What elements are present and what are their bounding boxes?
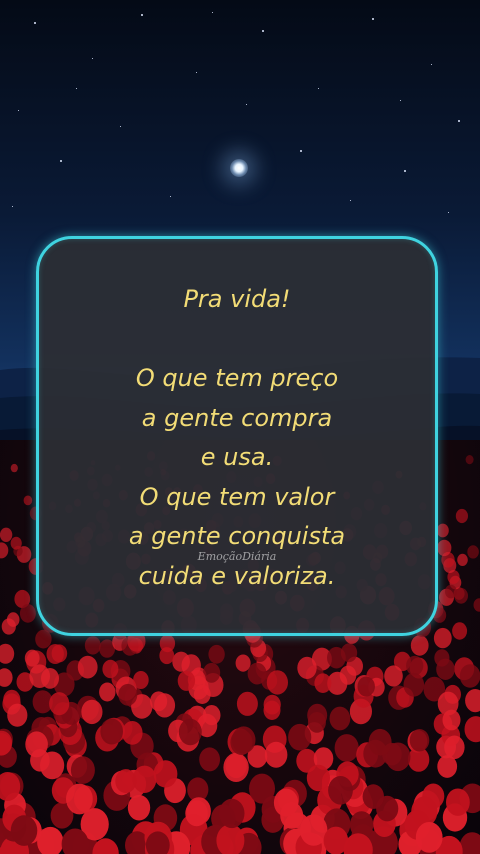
red-flower <box>0 542 9 559</box>
red-flower <box>307 712 326 733</box>
red-flower <box>264 741 288 768</box>
red-flower <box>70 756 95 784</box>
red-flower <box>328 776 353 805</box>
red-flower <box>444 735 465 760</box>
red-flower <box>403 672 425 697</box>
red-flower <box>446 788 470 816</box>
red-flower <box>362 784 384 809</box>
red-flower <box>457 553 468 567</box>
red-flower <box>452 622 468 640</box>
red-flower <box>10 463 18 473</box>
red-flower <box>433 627 452 649</box>
red-flower <box>81 699 103 725</box>
red-flower <box>357 676 375 697</box>
red-flower <box>236 691 258 716</box>
background-scene: Pra vida! O que tem preço a gente compra… <box>0 0 480 854</box>
red-flower <box>177 670 196 691</box>
red-flower <box>437 539 452 557</box>
red-flower <box>300 814 328 846</box>
red-flower <box>442 709 461 731</box>
red-flower <box>288 723 312 751</box>
red-flower <box>368 728 392 756</box>
red-flower <box>127 794 151 821</box>
quote-card: Pra vida! O que tem preço a gente compra… <box>36 236 438 636</box>
red-flower <box>436 658 455 680</box>
red-flower <box>465 455 474 465</box>
red-flower <box>118 683 138 706</box>
quote-title: Pra vida! <box>183 285 291 313</box>
red-flower <box>208 644 225 664</box>
red-flower <box>219 798 245 829</box>
red-flower <box>455 508 468 524</box>
red-flower <box>29 664 50 688</box>
red-flower <box>273 788 299 817</box>
red-flower <box>467 545 479 559</box>
quote-line: O que tem valor <box>139 482 335 511</box>
red-flower <box>459 664 480 688</box>
red-flower <box>323 826 349 854</box>
red-flower <box>185 800 208 827</box>
red-flower <box>7 703 28 727</box>
quote-line: O que tem preço <box>135 364 339 392</box>
red-flower <box>99 682 116 702</box>
red-flower <box>266 670 288 695</box>
red-flower <box>102 659 119 679</box>
red-flower <box>66 783 93 815</box>
red-flower <box>415 822 443 853</box>
red-flower <box>153 760 178 788</box>
red-flower <box>77 655 98 679</box>
red-flower <box>10 815 38 846</box>
red-flower <box>314 673 332 693</box>
red-flower <box>230 729 253 755</box>
red-flower <box>24 649 40 667</box>
red-flower <box>249 773 275 804</box>
red-flower <box>340 643 358 663</box>
red-flower <box>0 643 15 664</box>
red-flower <box>235 654 251 672</box>
red-flower <box>384 665 403 687</box>
red-flower <box>436 523 449 538</box>
red-flower <box>410 635 429 656</box>
red-flower <box>23 495 33 506</box>
quote-line: e usa. <box>200 443 274 471</box>
red-flower <box>49 692 70 716</box>
red-flower <box>406 655 424 676</box>
quote-line: a gente compra <box>141 403 333 432</box>
red-flower <box>133 671 149 689</box>
red-flower <box>464 716 480 743</box>
red-flower <box>0 668 13 687</box>
red-flower <box>25 731 48 758</box>
red-flower <box>339 665 357 685</box>
red-flower <box>122 721 143 745</box>
red-flower <box>178 718 202 746</box>
red-flower <box>51 644 68 663</box>
red-flower <box>19 604 36 623</box>
red-flower <box>329 706 351 731</box>
red-flower <box>100 718 123 745</box>
red-flower <box>159 634 176 653</box>
red-flower <box>422 783 445 809</box>
watermark: EmoçãoDiária <box>197 550 277 563</box>
red-flower <box>154 693 176 718</box>
red-flower <box>0 527 13 542</box>
red-flower <box>263 700 281 720</box>
red-flower <box>1 618 16 635</box>
red-flower <box>115 769 137 794</box>
red-flower <box>297 656 317 680</box>
red-flower <box>334 734 359 762</box>
red-flower <box>473 598 480 612</box>
red-flower <box>84 636 101 655</box>
red-flower <box>465 689 480 713</box>
red-flower <box>10 536 22 550</box>
red-flower <box>445 584 457 599</box>
red-flower <box>247 662 267 685</box>
red-flower <box>409 729 430 752</box>
red-flower <box>223 752 249 783</box>
red-flower <box>199 747 221 772</box>
